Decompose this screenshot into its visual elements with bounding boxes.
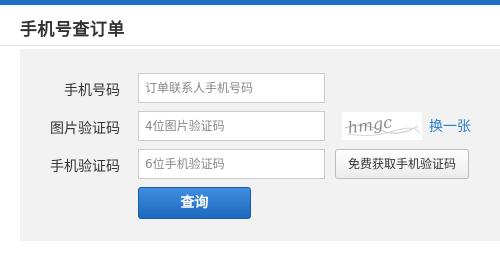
page-title: 手机号查订单 <box>20 20 125 40</box>
phone-input[interactable] <box>138 73 325 103</box>
captcha-image[interactable]: hmgc <box>342 112 422 140</box>
sms-code-label: 手机验证码 <box>50 159 120 175</box>
title-divider <box>0 45 500 46</box>
send-sms-code-button[interactable]: 免费获取手机验证码 <box>335 149 469 179</box>
image-captcha-label: 图片验证码 <box>50 121 120 137</box>
sms-code-input[interactable] <box>138 149 325 179</box>
refresh-captcha-link[interactable]: 换一张 <box>429 116 471 136</box>
top-accent-bar <box>0 0 500 5</box>
query-button[interactable]: 查询 <box>138 187 251 219</box>
phone-label: 手机号码 <box>64 83 120 99</box>
image-captcha-input[interactable] <box>138 111 325 141</box>
